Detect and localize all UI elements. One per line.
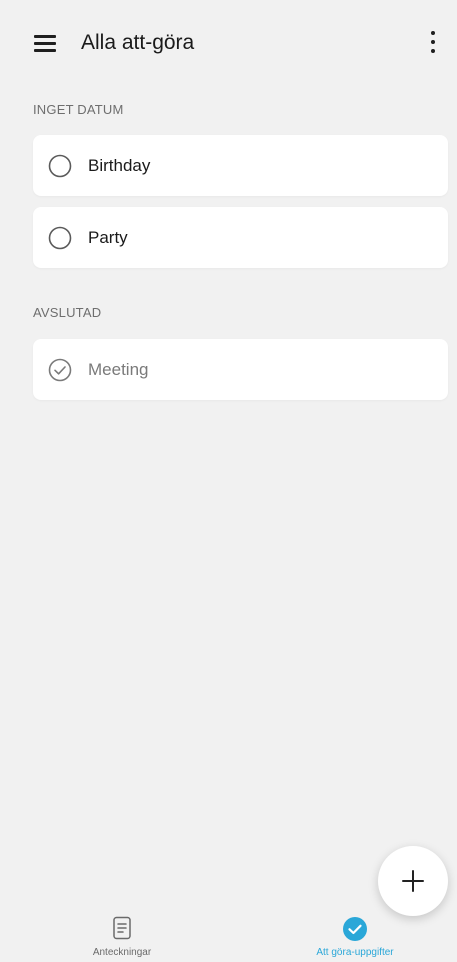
task-item-meeting[interactable]: Meeting [33,339,448,400]
top-app-bar: Alla att-göra [0,0,457,86]
section-header-completed: AVSLUTAD [33,305,102,320]
checked-circle-icon[interactable] [48,358,72,382]
plus-icon [402,870,424,892]
unchecked-circle-icon[interactable] [48,154,72,178]
nav-item-todos[interactable]: Att göra-uppgifter [265,912,445,962]
nav-label-notes: Anteckningar [92,947,152,958]
task-label: Birthday [88,156,151,175]
bottom-navigation: Anteckningar Att göra-uppgifter [0,912,457,962]
unchecked-circle-icon[interactable] [48,226,72,250]
note-icon [113,916,131,940]
more-options-button[interactable] [420,28,446,58]
section-header-no-date: INGET DATUM [33,102,124,117]
task-item-party[interactable]: Party [33,207,448,268]
menu-button[interactable] [30,30,60,56]
nav-label-todos: Att göra-uppgifter [316,947,394,958]
task-item-birthday[interactable]: Birthday [33,135,448,196]
task-label: Party [88,228,128,247]
task-label: Meeting [88,360,149,379]
page-title: Alla att-göra [81,31,195,54]
add-task-button[interactable] [378,846,448,916]
check-circle-icon [343,917,367,941]
nav-item-notes[interactable]: Anteckningar [32,912,212,962]
